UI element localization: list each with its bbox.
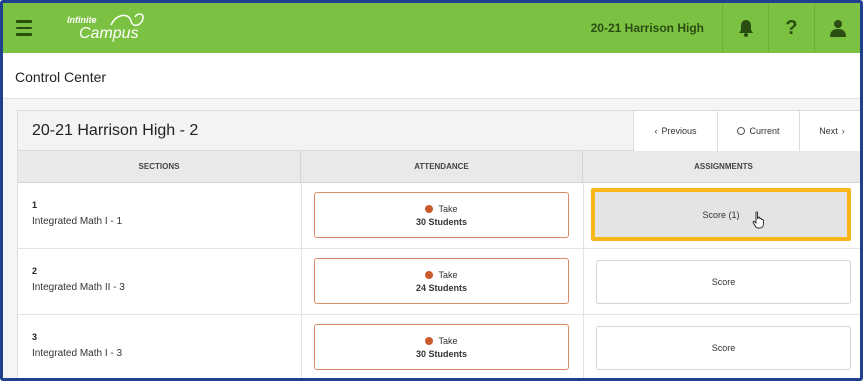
take-label: Take [438,335,458,346]
table-row: 2 Integrated Math II - 3 Take 24 Student… [18,249,860,315]
infinite-campus-logo[interactable]: Infinite Campus [67,8,157,48]
hand-cursor-icon [752,211,764,229]
user-menu-button[interactable] [814,3,860,53]
student-count: 24 Students [415,282,467,293]
card-header: 20-21 Harrison High - 2 ‹ Previous Curre… [18,111,860,151]
table-row: 3 Integrated Math I - 3 Take 30 Students… [18,315,860,378]
status-dot-icon [425,336,434,345]
status-dot-icon [425,204,434,213]
current-button[interactable]: Current [717,111,799,151]
column-divider [301,249,302,315]
user-icon [829,20,846,37]
column-divider [301,183,302,249]
column-divider [583,183,584,249]
next-button[interactable]: Next › [799,111,860,151]
score-button[interactable]: Score [596,326,851,370]
column-header-assignments: ASSIGNMENTS [583,151,860,183]
notifications-button[interactable] [722,3,768,53]
section-name: Integrated Math I - 1 [32,216,123,227]
take-line: Take [425,203,458,214]
section-name: Integrated Math II - 3 [32,282,125,293]
current-label: Current [749,126,780,136]
section-number: 1 [32,200,38,210]
top-bar: Infinite Campus 20-21 Harrison High ? [3,3,860,53]
take-label: Take [438,269,458,280]
next-label: Next [819,126,838,136]
status-dot-icon [425,270,434,279]
column-divider [583,249,584,315]
page-title: Control Center [15,69,107,85]
school-selector[interactable]: 20-21 Harrison High [573,3,722,53]
page-header: Control Center [3,53,860,99]
student-count: 30 Students [415,348,467,359]
section-card: 20-21 Harrison High - 2 ‹ Previous Curre… [17,110,860,378]
score-label: Score [711,277,736,287]
help-icon: ? [785,16,798,39]
column-divider [583,315,584,378]
radio-icon [737,127,746,135]
score-button[interactable]: Score [596,260,851,304]
table-row: 1 Integrated Math I - 1 Take 30 Students… [18,183,860,249]
section-name: Integrated Math I - 3 [32,348,123,359]
bell-icon [738,20,753,37]
column-header-sections: SECTIONS [18,151,301,183]
column-header-attendance: ATTENDANCE [301,151,583,183]
take-attendance-button[interactable]: Take 24 Students [314,258,569,304]
card-title: 20-21 Harrison High - 2 [32,122,199,139]
previous-label: Previous [661,126,697,136]
help-button[interactable]: ? [768,3,814,53]
section-number: 3 [32,332,38,342]
logo-text-infinite: Infinite [67,15,97,25]
menu-icon[interactable] [3,3,45,53]
take-label: Take [438,203,458,214]
app-window: Infinite Campus 20-21 Harrison High ? Co… [0,0,863,381]
take-attendance-button[interactable]: Take 30 Students [314,324,569,370]
score-button[interactable]: Score (1) [591,188,851,241]
take-line: Take [425,269,458,280]
score-label: Score [711,343,736,353]
student-count: 30 Students [415,216,467,227]
section-number: 2 [32,266,38,276]
take-line: Take [425,335,458,346]
logo-swoosh-icon [110,13,144,27]
previous-button[interactable]: ‹ Previous [633,111,717,151]
score-label: Score (1) [702,209,740,220]
chevron-left-icon: ‹ [654,126,658,136]
chevron-right-icon: › [841,126,845,136]
take-attendance-button[interactable]: Take 30 Students [314,192,569,238]
column-divider [301,315,302,378]
